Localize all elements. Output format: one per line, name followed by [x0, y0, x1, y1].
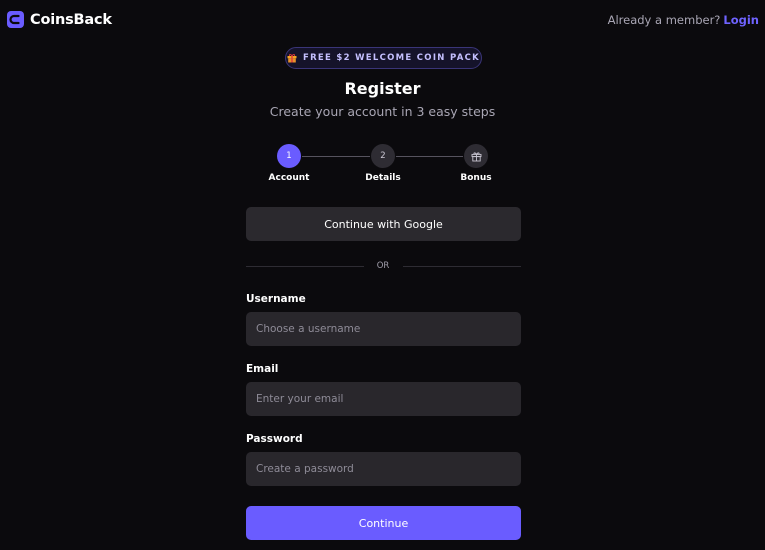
divider-line-right — [403, 266, 521, 267]
step-2-indicator: 2 — [371, 144, 395, 168]
divider-or-text: OR — [376, 261, 390, 271]
gift-icon — [471, 151, 481, 161]
brand-logo[interactable]: CoinsBack — [7, 11, 112, 28]
step-1-indicator: 1 — [277, 144, 301, 168]
step-connector — [396, 156, 463, 157]
continue-button[interactable]: Continue — [246, 506, 521, 540]
step-1-number: 1 — [286, 151, 292, 161]
email-input[interactable] — [246, 382, 521, 416]
page-subtitle: Create your account in 3 easy steps — [269, 104, 496, 119]
password-input[interactable] — [246, 452, 521, 486]
password-label: Password — [246, 433, 303, 445]
login-link[interactable]: Login — [723, 13, 759, 27]
email-label: Email — [246, 363, 279, 375]
step-2-label: Details — [365, 173, 401, 183]
login-prompt: Already a member? Login — [608, 13, 759, 27]
username-label: Username — [246, 293, 306, 305]
step-3-label: Bonus — [460, 173, 492, 183]
welcome-badge: FREE $2 WELCOME COIN PACK — [285, 47, 482, 69]
username-input[interactable] — [246, 312, 521, 346]
continue-with-google-button[interactable]: Continue with Google — [246, 207, 521, 241]
page-title: Register — [344, 79, 421, 98]
step-connector — [302, 156, 370, 157]
member-prompt-text: Already a member? — [607, 13, 721, 27]
step-1-label: Account — [268, 173, 310, 183]
gift-icon — [287, 54, 297, 63]
brand-name: CoinsBack — [30, 11, 112, 28]
divider-line-left — [246, 266, 364, 267]
coinsback-logo-icon — [7, 11, 24, 28]
badge-text: FREE $2 WELCOME COIN PACK — [302, 53, 481, 63]
step-3-indicator — [464, 144, 488, 168]
step-2-number: 2 — [380, 151, 386, 161]
